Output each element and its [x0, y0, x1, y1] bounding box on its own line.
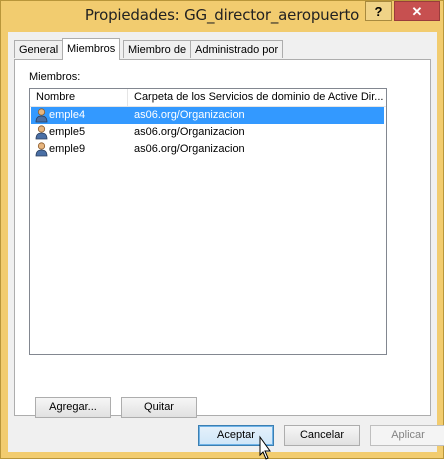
dialog-client-area: General Miembros Miembro de Administrado…	[8, 32, 444, 452]
members-label: Miembros:	[29, 71, 81, 83]
member-name: emple4	[49, 109, 86, 121]
member-folder: as06.org/Organizacion	[134, 126, 245, 138]
apply-button[interactable]: Aplicar	[370, 425, 444, 446]
title-bar[interactable]: Propiedades: GG_director_aeropuerto ? ✕	[1, 1, 443, 31]
close-button[interactable]: ✕	[394, 1, 440, 21]
list-header: Nombre Carpeta de los Servicios de domin…	[30, 89, 386, 107]
members-list[interactable]: Nombre Carpeta de los Servicios de domin…	[29, 88, 387, 355]
user-icon	[35, 108, 48, 123]
column-header-name[interactable]: Nombre	[30, 89, 128, 106]
member-name: emple9	[49, 143, 86, 155]
user-icon	[35, 142, 48, 157]
list-item[interactable]: emple9 as06.org/Organizacion	[31, 141, 384, 158]
column-header-folder[interactable]: Carpeta de los Servicios de dominio de A…	[128, 89, 386, 106]
user-icon	[35, 125, 48, 140]
remove-button[interactable]: Quitar	[121, 397, 197, 418]
member-name: emple5	[49, 126, 86, 138]
add-button[interactable]: Agregar...	[35, 397, 111, 418]
member-folder: as06.org/Organizacion	[134, 143, 245, 155]
members-tab-panel: Miembros: Nombre Carpeta de los Servicio…	[14, 59, 431, 418]
tab-miembro-de[interactable]: Miembro de	[123, 40, 192, 58]
properties-dialog: Propiedades: GG_director_aeropuerto ? ✕ …	[0, 0, 444, 460]
tab-administrado-por[interactable]: Administrado por	[190, 40, 284, 58]
cancel-button[interactable]: Cancelar	[284, 425, 360, 446]
member-folder: as06.org/Organizacion	[134, 109, 245, 121]
tab-miembros[interactable]: Miembros	[62, 38, 121, 60]
tab-general[interactable]: General	[14, 40, 64, 58]
list-item[interactable]: emple5 as06.org/Organizacion	[31, 124, 384, 141]
mouse-pointer-icon	[259, 435, 271, 460]
help-button[interactable]: ?	[365, 1, 392, 21]
list-item[interactable]: emple4 as06.org/Organizacion	[31, 107, 384, 124]
